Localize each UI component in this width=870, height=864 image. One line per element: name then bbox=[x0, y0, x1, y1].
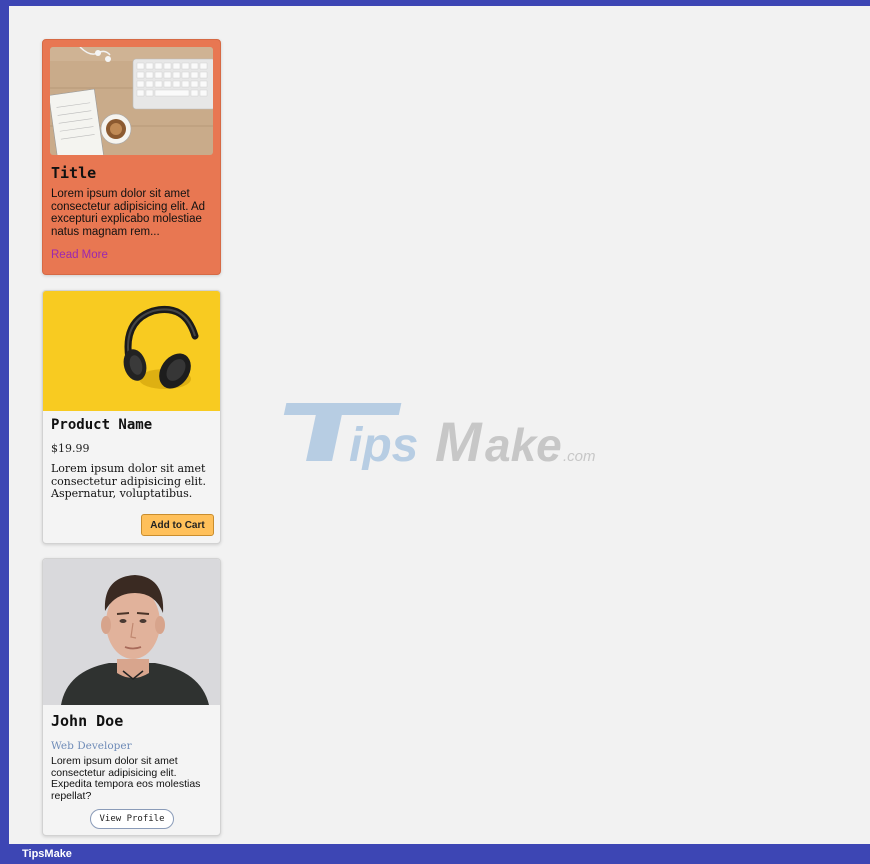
tipsmake-watermark-logo: ips M ake .com bbox=[283, 400, 603, 473]
svg-text:M: M bbox=[435, 410, 483, 470]
product-price: $19.99 bbox=[51, 442, 90, 455]
left-border bbox=[0, 0, 9, 864]
profile-card: John Doe Web Developer Lorem ipsum dolor… bbox=[42, 558, 221, 836]
profile-role: Web Developer bbox=[51, 740, 132, 752]
svg-text:ake: ake bbox=[485, 419, 562, 470]
product-description: Lorem ipsum dolor sit amet consectetur a… bbox=[51, 462, 206, 500]
profile-name: John Doe bbox=[51, 712, 124, 730]
product-card-image bbox=[43, 291, 220, 411]
svg-text:ips: ips bbox=[349, 419, 418, 470]
view-profile-button[interactable]: View Profile bbox=[90, 809, 174, 829]
svg-text:.com: .com bbox=[563, 448, 596, 465]
footer-bar: TipsMake bbox=[0, 844, 870, 864]
read-more-link[interactable]: Read More bbox=[51, 249, 108, 261]
blog-card-title: Title bbox=[51, 164, 97, 182]
product-card: Product Name $19.99 Lorem ipsum dolor si… bbox=[42, 290, 221, 544]
profile-description: Lorem ipsum dolor sit amet consectetur a… bbox=[51, 755, 201, 802]
blog-card-image bbox=[50, 47, 213, 155]
footer-label: TipsMake bbox=[22, 848, 72, 860]
top-border bbox=[0, 0, 870, 6]
profile-photo bbox=[43, 559, 220, 705]
add-to-cart-button[interactable]: Add to Cart bbox=[141, 514, 214, 536]
blog-card-description: Lorem ipsum dolor sit amet consectetur a… bbox=[51, 188, 206, 238]
blog-card: Title Lorem ipsum dolor sit amet consect… bbox=[42, 39, 221, 275]
product-name: Product Name bbox=[51, 417, 153, 433]
